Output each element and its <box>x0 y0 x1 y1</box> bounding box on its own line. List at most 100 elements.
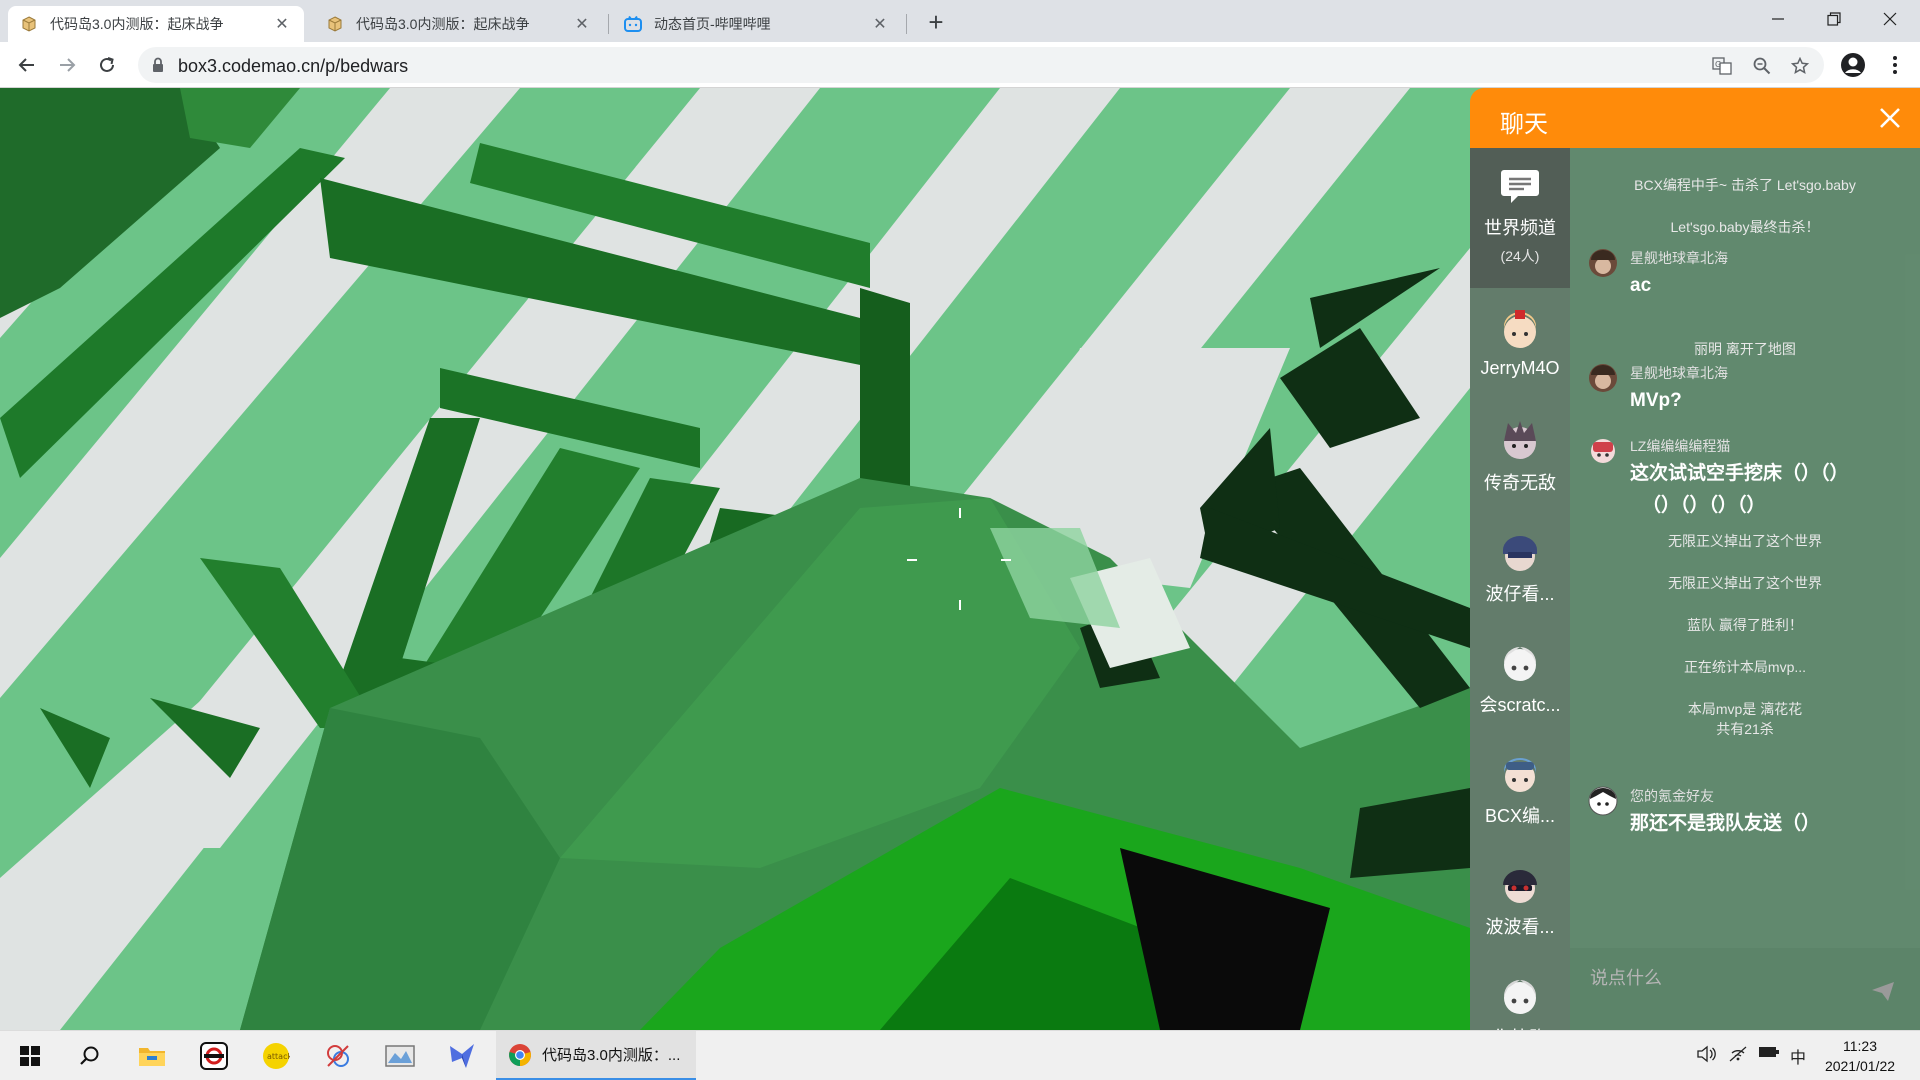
speaker-icon[interactable] <box>1696 1045 1716 1068</box>
chat-user-name: BCX编... <box>1484 806 1555 826</box>
chrome-icon <box>509 1043 531 1066</box>
crosshair <box>959 508 961 518</box>
chat-user-item[interactable]: BCX编... <box>1470 752 1570 828</box>
windows-logo-icon <box>20 1046 40 1066</box>
message-text: 这次试试空手挖床（）（） <box>1630 463 1849 484</box>
url-text[interactable]: box3.codemao.cn/p/bedwars <box>178 56 408 77</box>
box-favicon-icon <box>20 15 38 33</box>
start-button[interactable] <box>12 1038 48 1074</box>
chat-user-item[interactable]: JerryM4O <box>1470 308 1570 379</box>
clock-time: 11:23 <box>1843 1038 1877 1054</box>
svg-text:G: G <box>1715 60 1721 69</box>
bookmark-star-icon[interactable] <box>1790 56 1810 76</box>
folder-icon <box>139 1048 165 1066</box>
chat-user-item[interactable]: 传奇无敌 <box>1470 419 1570 495</box>
message-sender: 您的氪金好友 <box>1630 788 1714 804</box>
avatar <box>1588 786 1618 816</box>
new-tab-button[interactable]: + <box>922 8 950 36</box>
app-button[interactable] <box>382 1038 418 1074</box>
chat-user-item[interactable]: 会scratc... <box>1470 641 1570 717</box>
system-clock[interactable]: 11:23 2021/01/22 <box>1812 1036 1908 1076</box>
app-button[interactable] <box>320 1038 356 1074</box>
browser-toolbar: box3.codemao.cn/p/bedwars G <box>0 42 1920 88</box>
browser-tab-strip: 代码岛3.0内测版：起床战争 ✕ 代码岛3.0内测版：起床战争 ✕ 动态首页-哔… <box>0 0 1920 42</box>
app-icon <box>327 1045 349 1067</box>
translate-icon[interactable]: G <box>1712 56 1732 76</box>
chat-panel: 聊天 世界频道 (24人) JerryM4O 传奇无敌 波仔看... 会scra… <box>1470 88 1920 1048</box>
minimize-window-button[interactable] <box>1750 0 1806 38</box>
tab-title: 代码岛3.0内测版：起床战争 <box>50 16 224 32</box>
chat-user-item[interactable]: 波仔看... <box>1470 530 1570 606</box>
more-vert-icon <box>1893 56 1897 74</box>
account-icon <box>1841 53 1865 77</box>
system-message: 无限正义掉出了这个世界 <box>1668 533 1822 549</box>
app-button[interactable] <box>196 1038 232 1074</box>
avatar <box>1503 536 1537 571</box>
chat-bubble-icon <box>1501 170 1539 203</box>
wifi-icon[interactable] <box>1728 1045 1748 1068</box>
search-icon <box>80 1046 99 1065</box>
avatar <box>1503 870 1537 903</box>
back-button[interactable] <box>12 50 42 80</box>
address-bar[interactable]: box3.codemao.cn/p/bedwars G <box>138 47 1824 83</box>
chat-title: 聊天 <box>1500 111 1548 138</box>
world-channel-button[interactable]: 世界频道 (24人) <box>1470 168 1570 266</box>
system-message: 蓝队 赢得了胜利！ <box>1687 617 1803 633</box>
box-favicon-icon <box>326 15 344 33</box>
chat-message-input[interactable] <box>1590 958 1850 998</box>
close-window-button[interactable] <box>1862 0 1918 38</box>
lock-icon[interactable] <box>152 57 164 78</box>
forward-button[interactable] <box>52 50 82 80</box>
chat-user-item[interactable]: 波波看... <box>1470 863 1570 939</box>
crosshair <box>907 559 917 561</box>
close-icon <box>1883 12 1897 26</box>
app-button[interactable] <box>444 1038 480 1074</box>
input-method-indicator[interactable]: 中 <box>1790 1044 1806 1068</box>
chat-user-name: 会scratc... <box>1479 695 1561 715</box>
message-sender: 星舰地球章北海 <box>1630 250 1728 266</box>
app-button[interactable]: attack <box>258 1038 294 1074</box>
message-text: 那还不是我队友送（） <box>1630 813 1821 834</box>
tab-bedwars-2[interactable]: 代码岛3.0内测版：起床战争 ✕ <box>314 6 604 42</box>
close-tab-icon[interactable]: ✕ <box>572 14 592 34</box>
arrow-left-icon <box>18 58 34 72</box>
send-icon <box>1872 982 1894 1001</box>
system-message: 丽明 离开了地图 <box>1694 341 1796 357</box>
message-text-continued: （）（）（）（） <box>1642 495 1766 516</box>
battery-icon[interactable] <box>1758 1045 1780 1064</box>
avatar <box>1504 310 1536 348</box>
chat-sidebar: 世界频道 (24人) JerryM4O 传奇无敌 波仔看... 会scratc.… <box>1470 148 1570 1048</box>
search-button[interactable] <box>72 1038 108 1074</box>
restore-icon <box>1827 12 1841 26</box>
chat-message-list[interactable]: BCX编程中手~ 击杀了 Let'sgo.baby Let'sgo.baby最终… <box>1570 148 1920 948</box>
tab-bedwars-active[interactable]: 代码岛3.0内测版：起床战争 ✕ <box>8 6 304 42</box>
avatar <box>1504 980 1536 1014</box>
app-icon <box>385 1045 415 1067</box>
taskbar-chrome-button[interactable]: 代码岛3.0内测版：... <box>496 1031 696 1080</box>
tab-bilibili[interactable]: 动态首页-哔哩哔哩 ✕ <box>612 6 902 42</box>
file-explorer-button[interactable] <box>134 1038 170 1074</box>
chat-input-area <box>1570 948 1920 1030</box>
avatar <box>1504 647 1536 681</box>
svg-text:attack: attack <box>267 1052 290 1061</box>
avatar <box>1589 364 1617 392</box>
close-chat-button[interactable] <box>1870 98 1910 138</box>
crosshair <box>959 600 961 610</box>
close-tab-icon[interactable]: ✕ <box>272 14 292 34</box>
taskbar-window-title: 代码岛3.0内测版：... <box>542 1047 681 1064</box>
system-message: 无限正义掉出了这个世界 <box>1668 575 1822 591</box>
browser-menu-button[interactable] <box>1880 50 1910 80</box>
chat-user-name: 传奇无敌 <box>1484 473 1556 493</box>
zoom-icon[interactable] <box>1752 56 1772 76</box>
chat-user-name: 波仔看... <box>1485 584 1555 604</box>
profile-button[interactable] <box>1838 50 1868 80</box>
message-sender: LZ编编编编程猫 <box>1630 438 1731 454</box>
restore-window-button[interactable] <box>1806 0 1862 38</box>
windows-taskbar: attack 代码岛3.0内测版：... 中 11:23 2021/01/22 <box>0 1030 1920 1080</box>
crosshair <box>1001 559 1011 561</box>
close-tab-icon[interactable]: ✕ <box>870 14 890 34</box>
reload-button[interactable] <box>92 50 122 80</box>
send-button[interactable] <box>1870 978 1900 1008</box>
channel-member-count: (24人) <box>1500 248 1540 264</box>
chat-header: 聊天 <box>1470 88 1920 148</box>
